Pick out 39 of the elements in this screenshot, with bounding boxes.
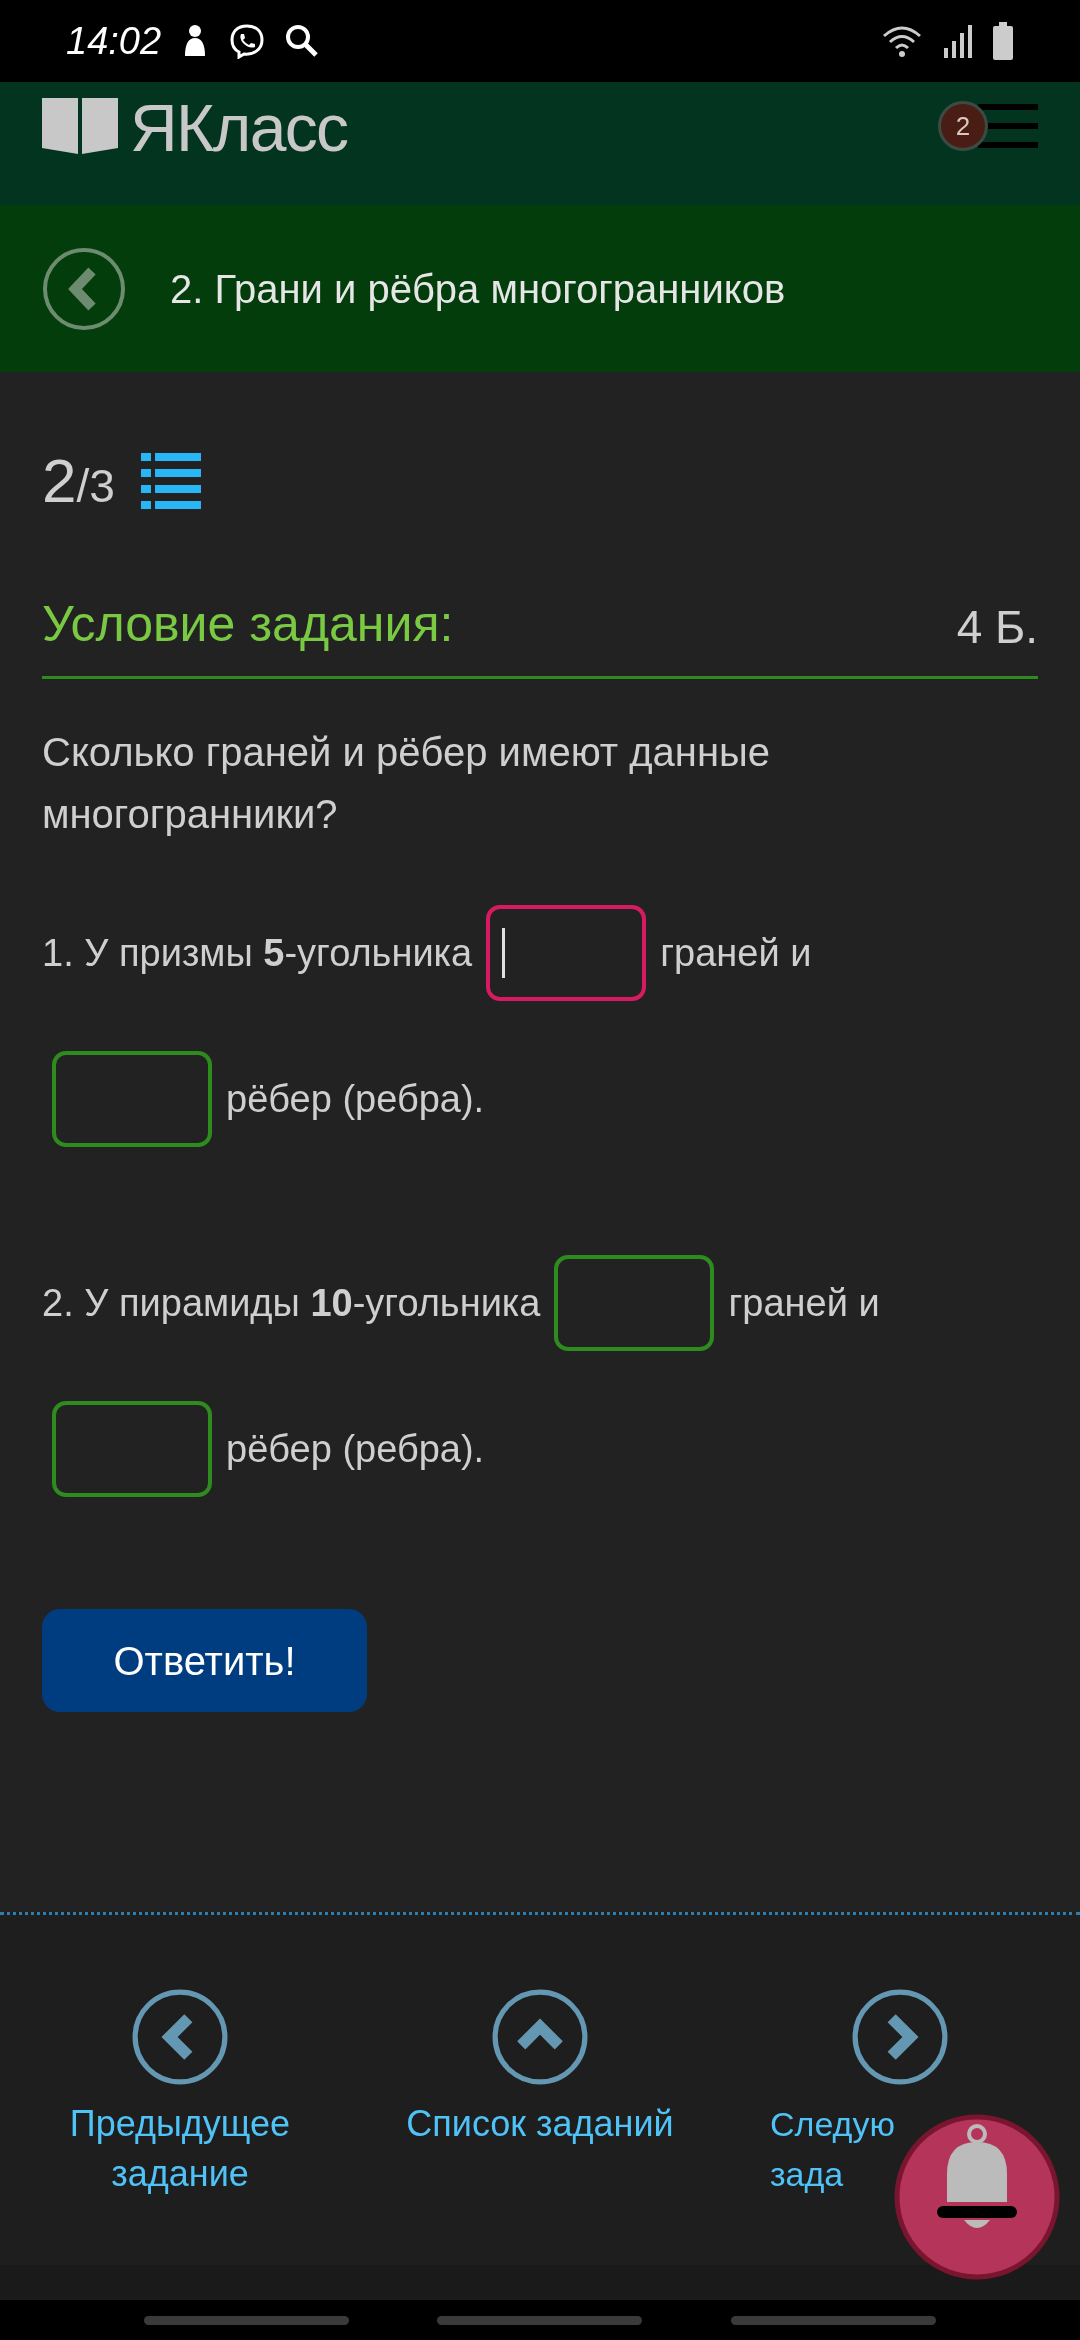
back-icon[interactable]: [42, 246, 126, 331]
task-statement: 1. У призмы 5-угольника: [42, 930, 473, 976]
task-statement: 2. У пирамиды 10-угольника: [42, 1280, 541, 1326]
logo-text: ЯКласс: [130, 98, 348, 158]
list-icon[interactable]: [140, 452, 201, 509]
book-icon: [42, 98, 118, 154]
task-heading: Условие задания:: [42, 595, 454, 654]
clock: 14:02: [66, 18, 162, 64]
wifi-icon: [882, 24, 922, 58]
lesson-title: 2. Грани и рёбра многогранников: [170, 265, 786, 313]
answer-field[interactable]: [52, 1401, 212, 1497]
nav-link[interactable]: Предыдущее задание: [69, 2099, 291, 2199]
chevron-left-icon: [132, 1989, 228, 2085]
question-text: Сколько граней и рёбер имеют данные многогранники?: [42, 729, 771, 838]
answer-field[interactable]: [554, 1255, 715, 1351]
phone-bubble-icon: [229, 23, 266, 59]
nav-pill[interactable]: [144, 2315, 350, 2325]
nav-pill[interactable]: [730, 2315, 936, 2325]
statement-text: граней и: [660, 930, 812, 976]
submit-button[interactable]: Ответить!: [42, 1609, 367, 1712]
nav-pill[interactable]: [437, 2315, 643, 2325]
nav-link[interactable]: Следую зада: [770, 2099, 895, 2199]
chevron-right-icon: [852, 1989, 948, 2085]
menu-icon[interactable]: [978, 104, 1038, 148]
statement-text: рёбер (ребра).: [226, 1426, 485, 1472]
answer-field[interactable]: [52, 1051, 212, 1147]
statement-text: рёбер (ребра).: [226, 1076, 485, 1122]
chevron-up-icon: [492, 1989, 588, 2085]
task-counter: 2/3: [42, 445, 115, 517]
points-label: 4 Б.: [956, 600, 1038, 655]
nav-link[interactable]: Список заданий: [406, 2099, 674, 2149]
battery-icon: [992, 22, 1014, 60]
notification-badge: 2: [938, 101, 988, 151]
bell-button[interactable]: [892, 2112, 1062, 2282]
signal-icon: [942, 24, 972, 58]
search-icon: [285, 24, 320, 58]
text-cursor: [502, 928, 506, 978]
statement-text: граней и: [728, 1280, 880, 1326]
answer-field[interactable]: [486, 905, 647, 1001]
